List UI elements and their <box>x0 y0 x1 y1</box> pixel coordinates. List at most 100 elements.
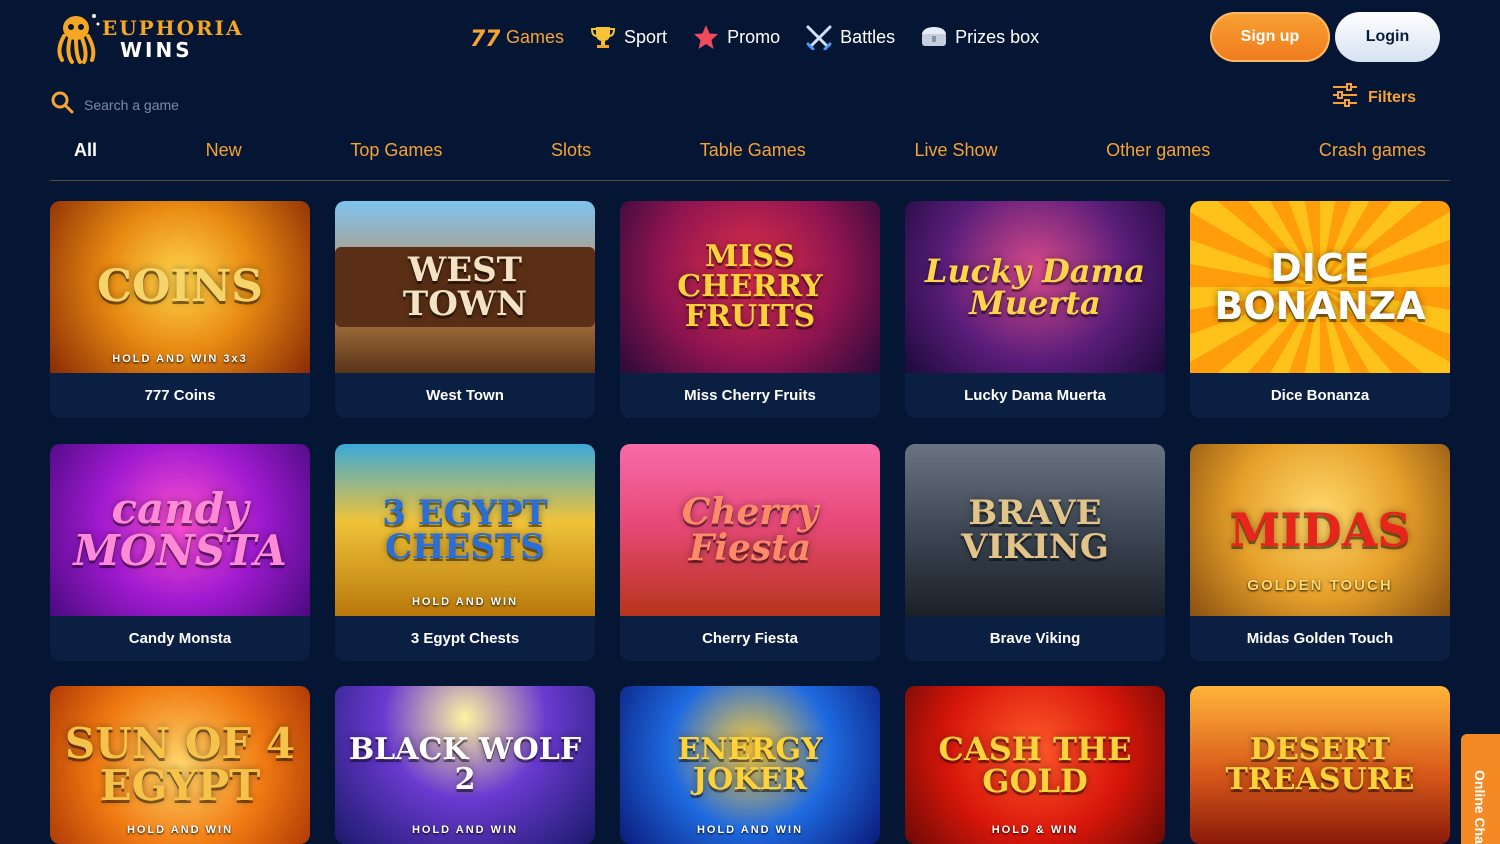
search-input[interactable] <box>84 96 334 113</box>
nav-label: Promo <box>727 26 781 47</box>
game-card[interactable]: COINS HOLD AND WIN 3x3 777 Coins <box>50 201 310 418</box>
game-title: Lucky Dama Muerta <box>964 387 1106 404</box>
tab-live-show[interactable]: Live Show <box>914 140 997 170</box>
game-card[interactable]: SUN OF 4 EGYPT HOLD AND WIN <box>50 686 310 844</box>
nav-item-prizes-box[interactable]: Prizes box <box>919 22 1039 52</box>
logo[interactable]: EUPHORIA WINS <box>50 10 242 66</box>
game-art-subtitle: HOLD AND WIN <box>411 596 519 608</box>
game-thumbnail: DICE BONANZA <box>1190 201 1450 373</box>
game-thumbnail: MISS CHERRY FRUITS <box>620 201 880 373</box>
game-art-subtitle: HOLD & WIN <box>991 824 1079 836</box>
login-button[interactable]: Login <box>1335 12 1440 62</box>
game-art-title: DESERT TREASURE <box>1225 732 1415 797</box>
game-title: West Town <box>426 387 504 404</box>
game-title: Midas Golden Touch <box>1246 630 1394 647</box>
tab-all[interactable]: All <box>74 140 97 170</box>
tab-new[interactable]: New <box>206 140 242 170</box>
logo-line1: EUPHORIA <box>102 16 244 40</box>
nav-item-promo[interactable]: Promo <box>691 22 780 52</box>
game-art-title: Lucky Dama Muerta <box>924 252 1146 322</box>
octopus-icon <box>57 14 100 64</box>
game-title: Candy Monsta <box>128 630 232 647</box>
games-grid-row-3: SUN OF 4 EGYPT HOLD AND WIN BLACK WOLF 2… <box>50 686 1450 844</box>
game-art-title: SUN OF 4 EGYPT <box>64 719 296 810</box>
category-tabs: All New Top Games Slots Table Games Live… <box>50 140 1450 181</box>
search-bar <box>50 90 334 119</box>
game-thumbnail: BRAVE VIKING <box>905 444 1165 616</box>
tab-top-games[interactable]: Top Games <box>350 140 442 170</box>
game-card[interactable]: MIDAS GOLDEN TOUCH Midas Golden Touch <box>1190 444 1450 661</box>
nav-label: Games <box>506 26 565 47</box>
game-thumbnail: COINS HOLD AND WIN 3x3 <box>50 201 310 373</box>
filters-button[interactable]: Filters <box>1332 82 1416 113</box>
trophy-icon <box>588 23 618 51</box>
game-card[interactable]: MISS CHERRY FRUITS Miss Cherry Fruits <box>620 201 880 418</box>
game-card[interactable]: DICE BONANZA Dice Bonanza <box>1190 201 1450 418</box>
game-thumbnail: WEST TOWN <box>335 201 595 373</box>
game-art-subtitle: HOLD AND WIN 3x3 <box>112 353 248 365</box>
tab-table-games[interactable]: Table Games <box>700 140 806 170</box>
game-thumbnail: CASH THE GOLD HOLD & WIN <box>905 686 1165 844</box>
game-card[interactable]: 3 EGYPT CHESTS HOLD AND WIN 3 Egypt Ches… <box>335 444 595 661</box>
game-art-title: candy MONSTA <box>73 484 287 575</box>
game-thumbnail: Cherry Fiesta <box>620 444 880 616</box>
game-title: 777 Coins <box>144 387 216 404</box>
game-art-title: WEST TOWN <box>335 247 595 327</box>
game-art-title: ENERGY JOKER <box>677 732 823 797</box>
game-title: Brave Viking <box>989 630 1081 647</box>
game-art-title: MISS CHERRY FRUITS <box>677 239 823 334</box>
search-icon[interactable] <box>50 90 74 119</box>
game-art-subtitle: HOLD AND WIN <box>126 824 234 836</box>
slot-777-icon: 77 <box>470 23 500 51</box>
game-thumbnail: BLACK WOLF 2 HOLD AND WIN <box>335 686 595 844</box>
online-chat-label: Online Chat <box>1472 770 1488 844</box>
nav-item-games[interactable]: 77 Games <box>470 22 564 52</box>
game-thumbnail: ENERGY JOKER HOLD AND WIN <box>620 686 880 844</box>
tab-other-games[interactable]: Other games <box>1106 140 1210 170</box>
main-nav: 77 Games Sport Promo Battles Prizes box <box>470 22 1039 52</box>
game-title: Miss Cherry Fruits <box>684 387 816 404</box>
sliders-icon <box>1332 82 1358 113</box>
game-thumbnail: SUN OF 4 EGYPT HOLD AND WIN <box>50 686 310 844</box>
game-thumbnail: MIDAS GOLDEN TOUCH <box>1190 444 1450 616</box>
sign-up-button[interactable]: Sign up <box>1210 12 1330 62</box>
game-card[interactable]: BLACK WOLF 2 HOLD AND WIN <box>335 686 595 844</box>
nav-item-battles[interactable]: Battles <box>804 22 895 52</box>
tab-slots[interactable]: Slots <box>551 140 591 170</box>
game-art-title: Cherry Fiesta <box>681 491 819 569</box>
game-title: Dice Bonanza <box>1270 387 1370 404</box>
game-art-title: 3 EGYPT CHESTS <box>382 493 548 567</box>
game-title: 3 Egypt Chests <box>410 630 520 647</box>
game-art-title: DICE BONANZA <box>1214 246 1426 328</box>
nav-item-sport[interactable]: Sport <box>588 22 667 52</box>
treasure-chest-icon <box>919 23 949 51</box>
game-art-title: COINS <box>97 261 263 312</box>
nav-label: Sport <box>624 26 668 47</box>
game-art-subtitle: GOLDEN TOUCH <box>1247 577 1393 594</box>
game-title: Cherry Fiesta <box>702 630 798 647</box>
game-art-subtitle: HOLD AND WIN <box>696 824 804 836</box>
game-card[interactable]: BRAVE VIKING Brave Viking <box>905 444 1165 661</box>
star-icon <box>691 23 721 51</box>
tab-crash-games[interactable]: Crash games <box>1319 140 1426 170</box>
games-grid: COINS HOLD AND WIN 3x3 777 Coins WEST TO… <box>50 201 1450 661</box>
crossed-swords-icon <box>804 23 834 51</box>
game-card[interactable]: DESERT TREASURE <box>1190 686 1450 844</box>
game-card[interactable]: ENERGY JOKER HOLD AND WIN <box>620 686 880 844</box>
game-card[interactable]: Lucky Dama Muerta Lucky Dama Muerta <box>905 201 1165 418</box>
online-chat-tab[interactable]: Online Chat <box>1461 734 1500 844</box>
game-card[interactable]: CASH THE GOLD HOLD & WIN <box>905 686 1165 844</box>
game-card[interactable]: candy MONSTA Candy Monsta <box>50 444 310 661</box>
game-card[interactable]: WEST TOWN West Town <box>335 201 595 418</box>
header: EUPHORIA WINS 77 Games Sport Promo Battl… <box>0 0 1500 75</box>
game-art-title: BRAVE VIKING <box>961 493 1109 567</box>
nav-label: Prizes box <box>955 26 1040 47</box>
nav-label: Battles <box>840 26 896 47</box>
game-thumbnail: 3 EGYPT CHESTS HOLD AND WIN <box>335 444 595 616</box>
game-thumbnail: DESERT TREASURE <box>1190 686 1450 844</box>
game-art-title: MIDAS <box>1229 503 1411 557</box>
game-card[interactable]: Cherry Fiesta Cherry Fiesta <box>620 444 880 661</box>
game-art-title: CASH THE GOLD <box>938 730 1132 800</box>
game-art-subtitle: HOLD AND WIN <box>411 824 519 836</box>
game-thumbnail: Lucky Dama Muerta <box>905 201 1165 373</box>
